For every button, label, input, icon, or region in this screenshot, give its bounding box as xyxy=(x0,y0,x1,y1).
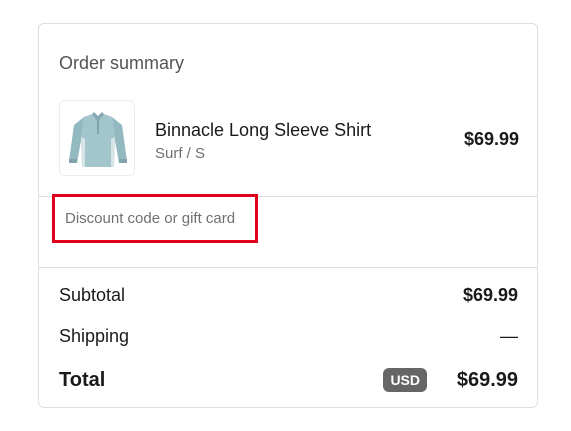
product-name: Binnacle Long Sleeve Shirt xyxy=(155,120,372,140)
shipping-row: Shipping — xyxy=(59,324,518,348)
shipping-label: Shipping xyxy=(59,326,130,346)
order-summary-card: Order summary Binnacle Long Sleeve Shirt… xyxy=(38,23,538,408)
divider xyxy=(39,267,537,268)
total-row: Total USD $69.99 xyxy=(59,368,518,392)
total-label: Total xyxy=(59,369,106,391)
product-variant: Surf / S xyxy=(155,145,206,162)
order-summary-title: Order summary xyxy=(59,53,185,73)
long-sleeve-shirt-icon xyxy=(69,112,127,167)
product-price: $69.99 xyxy=(463,129,519,149)
discount-code-field[interactable] xyxy=(52,194,258,243)
currency-badge: USD xyxy=(383,368,427,392)
subtotal-value: $69.99 xyxy=(462,285,518,305)
product-thumbnail xyxy=(59,100,135,176)
product-line-item: Binnacle Long Sleeve Shirt Surf / S $69.… xyxy=(59,100,519,176)
total-value: $69.99 xyxy=(456,369,518,391)
discount-code-input[interactable] xyxy=(55,197,255,240)
subtotal-label: Subtotal xyxy=(59,285,126,305)
subtotal-row: Subtotal $69.99 xyxy=(59,283,518,307)
shipping-value: — xyxy=(500,326,518,346)
